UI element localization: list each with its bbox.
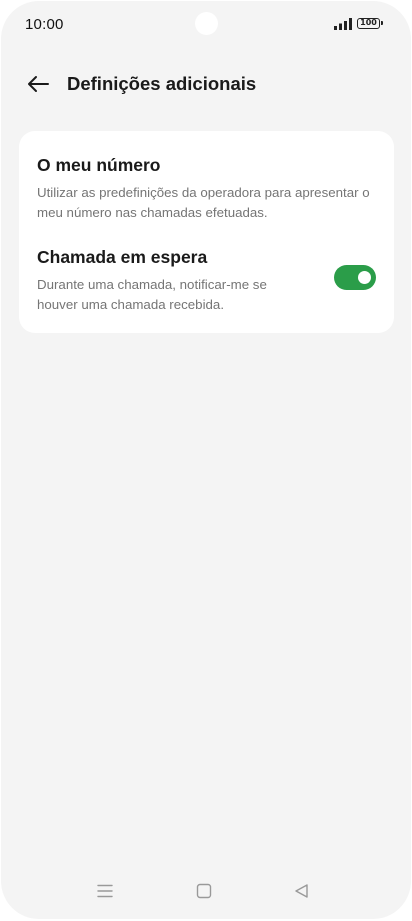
toggle-knob xyxy=(358,271,371,284)
arrow-left-icon[interactable] xyxy=(23,69,53,99)
setting-call-waiting-description: Durante uma chamada, notificar-me se hou… xyxy=(37,277,267,312)
settings-card: O meu número Utilizar as predefinições d… xyxy=(19,131,394,333)
setting-call-waiting-title: Chamada em espera xyxy=(37,247,208,267)
back-triangle-icon[interactable] xyxy=(293,883,311,899)
setting-my-number-title: O meu número xyxy=(37,155,161,175)
battery-icon: 100 xyxy=(357,18,383,29)
phone-screen: 10:00 100 Definições adicionais O meu nú… xyxy=(1,1,411,919)
setting-my-number-description: Utilizar as predefinições da operadora p… xyxy=(37,185,370,220)
setting-my-number[interactable]: O meu número Utilizar as predefinições d… xyxy=(37,155,376,223)
status-time: 10:00 xyxy=(25,16,64,33)
camera-cutout xyxy=(195,12,218,35)
setting-call-waiting[interactable]: Chamada em espera Durante uma chamada, n… xyxy=(37,247,304,315)
page-title: Definições adicionais xyxy=(67,73,257,94)
signal-icon xyxy=(334,18,352,30)
call-waiting-toggle[interactable] xyxy=(334,265,376,290)
home-icon[interactable] xyxy=(195,883,213,899)
menu-icon[interactable] xyxy=(96,883,114,899)
